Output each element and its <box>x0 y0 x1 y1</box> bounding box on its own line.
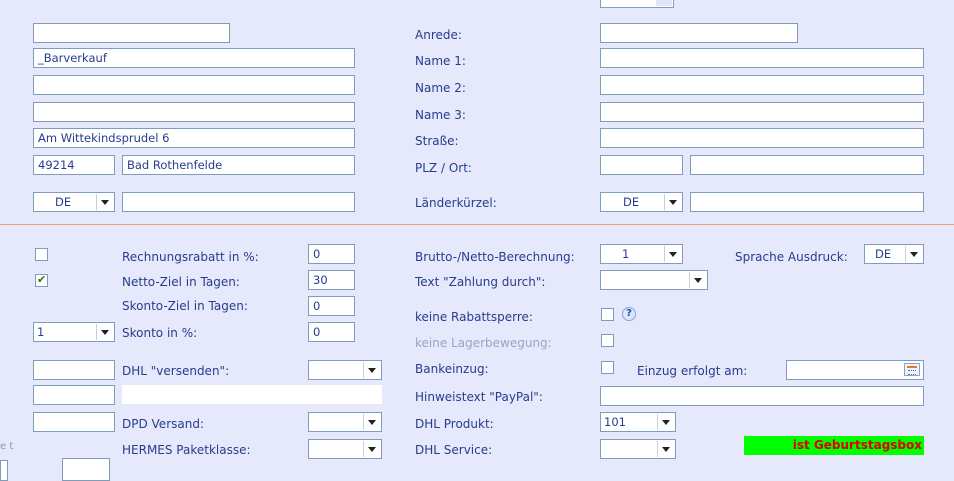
anrede-label: Anrede: <box>415 28 462 42</box>
dhl-count-field[interactable] <box>33 360 115 380</box>
chevron-down-icon <box>664 194 681 210</box>
bankeinzug-label: Bankeinzug: <box>415 362 489 376</box>
dhl-produkt-value: 101 <box>604 415 626 429</box>
rechnungsrabatt-label: Rechnungsrabatt in %: <box>122 250 259 264</box>
paypal-label: Hinweistext "PayPal": <box>415 390 543 404</box>
dpd-count-field[interactable] <box>33 412 115 432</box>
chevron-down-icon <box>363 414 380 430</box>
dhl-produkt-label: DHL Produkt: <box>415 417 494 431</box>
section-divider <box>0 224 954 225</box>
top-partial-select[interactable] <box>600 0 674 8</box>
left-name-field-1[interactable]: _Barverkauf <box>33 48 355 68</box>
chevron-down-icon <box>96 324 113 340</box>
chevron-down-icon <box>657 441 674 457</box>
left-city-field[interactable]: Bad Rothenfelde <box>122 155 355 175</box>
bankeinzug-checkbox[interactable] <box>601 361 614 374</box>
left-country-select[interactable]: DE <box>33 192 115 212</box>
brutto-netto-value: 1 <box>622 247 630 261</box>
rechnungsrabatt-checkbox[interactable] <box>35 248 48 261</box>
zahlung-select[interactable] <box>600 270 708 290</box>
skonto-ziel-field[interactable]: 0 <box>308 296 355 316</box>
brutto-netto-label: Brutto-/Netto-Berechnung: <box>415 250 575 264</box>
skonto-ziel-label: Skonto-Ziel in Tagen: <box>122 299 248 313</box>
partial-left-text: e t <box>0 441 14 452</box>
hermes-select[interactable] <box>308 439 382 459</box>
lagerbewegung-label: keine Lagerbewegung: <box>415 336 552 350</box>
laenderkuerzel-label: Länderkürzel: <box>415 196 497 210</box>
netto-ziel-checkbox[interactable] <box>35 273 48 287</box>
chevron-down-icon <box>363 362 380 378</box>
netto-ziel-label: Netto-Ziel in Tagen: <box>122 275 240 289</box>
name3-field[interactable] <box>600 102 924 122</box>
blank-bar <box>122 385 382 404</box>
help-icon[interactable]: ? <box>622 307 636 321</box>
dhl-versenden-label: DHL "versenden": <box>122 364 230 378</box>
strasse-field[interactable] <box>600 128 924 148</box>
dhl-service-label: DHL Service: <box>415 443 493 457</box>
left-country-value: DE <box>55 195 72 209</box>
left-street-field[interactable]: Am Wittekindsprudel 6 <box>33 128 355 148</box>
rabattsperre-label: keine Rabattsperre: <box>415 310 533 324</box>
brutto-netto-select[interactable]: 1 <box>600 244 683 264</box>
left-name-field-0[interactable] <box>33 23 230 43</box>
sprache-select[interactable]: DE <box>864 244 924 264</box>
chevron-down-icon <box>96 194 113 210</box>
einzug-date-field[interactable] <box>786 360 924 380</box>
name2-label: Name 2: <box>415 81 466 95</box>
paypal-field[interactable] <box>600 386 924 406</box>
netto-ziel-field[interactable]: 30 <box>308 270 355 290</box>
chevron-down-icon <box>689 272 706 288</box>
extra-count-field[interactable] <box>33 385 115 405</box>
lagerbewegung-checkbox[interactable] <box>601 334 614 347</box>
name1-label: Name 1: <box>415 54 466 68</box>
chevron-down-icon <box>363 441 380 457</box>
dpd-select[interactable] <box>308 412 382 432</box>
rabattsperre-checkbox[interactable] <box>601 308 614 321</box>
geburtstagsbox-badge: ist Geburtstagsbox <box>744 436 924 455</box>
right-country-extra-field[interactable] <box>690 192 924 212</box>
name2-field[interactable] <box>600 75 924 95</box>
chevron-down-icon <box>905 246 922 262</box>
ort-field[interactable] <box>690 155 924 175</box>
sprache-value: DE <box>875 247 892 261</box>
sprache-label: Sprache Ausdruck: <box>735 250 848 264</box>
left-name-field-3[interactable] <box>33 102 355 122</box>
name1-field[interactable] <box>600 48 924 68</box>
name3-label: Name 3: <box>415 108 466 122</box>
dhl-service-select[interactable] <box>600 439 676 459</box>
dhl-versenden-select[interactable] <box>308 360 382 380</box>
chevron-down-icon <box>657 414 674 430</box>
calendar-icon[interactable] <box>904 363 920 376</box>
strasse-label: Straße: <box>415 134 459 148</box>
right-country-value: DE <box>623 195 640 209</box>
left-country-extra-field[interactable] <box>122 192 355 212</box>
rechnungsrabatt-field[interactable]: 0 <box>308 244 355 264</box>
right-country-select[interactable]: DE <box>600 192 683 212</box>
left-zip-field[interactable]: 49214 <box>33 155 115 175</box>
dhl-produkt-select[interactable]: 101 <box>600 412 676 432</box>
plz-ort-label: PLZ / Ort: <box>415 161 472 175</box>
chevron-down-icon <box>664 246 681 262</box>
einzug-label: Einzug erfolgt am: <box>637 364 748 378</box>
skonto-label: Skonto in %: <box>122 326 198 340</box>
bottom-partial-select[interactable] <box>62 458 110 481</box>
zahlung-label: Text "Zahlung durch": <box>415 275 546 289</box>
dpd-label: DPD Versand: <box>122 417 204 431</box>
hermes-label: HERMES Paketklasse: <box>122 443 251 457</box>
anrede-field[interactable] <box>600 23 798 43</box>
plz-field[interactable] <box>600 155 683 175</box>
skonto-field[interactable]: 0 <box>308 322 355 342</box>
skonto-select[interactable]: 1 <box>33 322 115 342</box>
bottom-partial-control[interactable] <box>0 460 8 481</box>
skonto-select-value: 1 <box>37 325 45 339</box>
left-name-field-2[interactable] <box>33 75 355 95</box>
